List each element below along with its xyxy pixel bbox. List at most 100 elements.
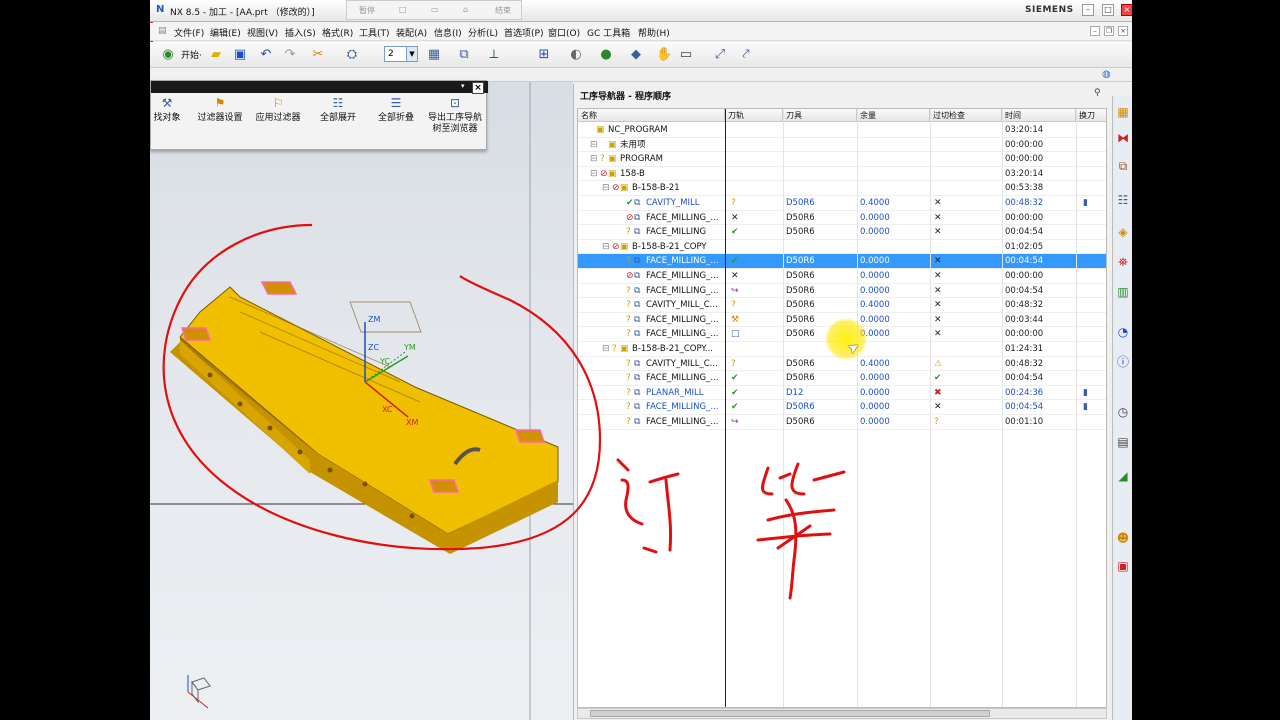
table-row[interactable]: ? ⧉ FACE_MILLING ✔ D50R6 0.0000 ✕ 00:04:54 — [578, 225, 1106, 240]
shaded-icon[interactable]: ● — [598, 47, 614, 63]
model-view[interactable]: ZM ZC YM YC XC XM — [150, 82, 573, 720]
select-filter-icon[interactable]: ⛭ — [344, 47, 360, 63]
table-row[interactable]: ? ⧉ CAVITY_MILL_C...? D50R6 0.4000 ✕ 00:48:32 — [578, 298, 1106, 313]
layer-settings-icon[interactable]: ▦ — [426, 47, 442, 63]
table-row[interactable]: ⊘ ⧉ FACE_MILLING_... ✕ D50R6 0.0000 ✕ 00:00:00 — [578, 211, 1106, 226]
menu-window[interactable]: 窗口(O) — [548, 26, 580, 39]
table-row[interactable]: ? ⧉ PLANAR_MILL ✔ D12 0.0000 ✖ 00:24:36 ▮ — [578, 386, 1106, 401]
fit-view-icon[interactable]: ⊞ — [536, 47, 552, 63]
column-header-tool-change[interactable]: 换刀 — [1076, 109, 1106, 122]
operation-navigator-icon[interactable]: ☷ — [1115, 192, 1131, 208]
filter-settings-button[interactable]: ⚑ 过滤器设置 — [195, 96, 245, 124]
machine-navigator-icon[interactable]: ⛯ — [1115, 254, 1131, 270]
recorder-stop-icon[interactable]: □ — [399, 5, 407, 14]
background-icon[interactable]: ▭ — [678, 47, 694, 63]
mdi-minimize-button[interactable]: – — [1090, 26, 1100, 36]
table-row[interactable]: ⊟ ⊘ ▣ B-158-B-21_COPY 01:02:05 — [578, 240, 1106, 255]
tree-expander-icon[interactable]: ⊟ — [602, 240, 610, 254]
table-row[interactable]: ✔ ⧉ CAVITY_MILL? D50R6 0.4000 ✕ 00:48:32 ▮ — [578, 196, 1106, 211]
tree-expander-icon[interactable]: ⊟ — [602, 342, 610, 356]
history-icon[interactable]: ◷ — [1115, 404, 1131, 420]
recorder-window-icon[interactable]: ▭ — [431, 5, 439, 14]
globe-icon[interactable]: ◍ — [1102, 69, 1111, 80]
recorder-home-icon[interactable]: ⌂ — [463, 5, 468, 14]
table-row[interactable]: ? ⧉ FACE_MILLING_... ↪ D50R6 0.0000 ✕ 00:04:54 — [578, 284, 1106, 299]
column-header-stock[interactable]: 余量 — [857, 109, 930, 122]
table-row[interactable]: ? ⧉ FACE_MILLING_... ✔ D50R6 0.0000 ✕ 00:04:54 ▮ — [578, 400, 1106, 415]
table-row[interactable]: ⊟ ▣ 未用项 00:00:00 — [578, 138, 1106, 153]
table-row[interactable]: ⊟? ▣ PROGRAM 00:00:00 — [578, 152, 1106, 167]
tree-expander-icon[interactable]: ⊟ — [602, 181, 610, 195]
orient-view-icon[interactable]: ◆ — [628, 47, 644, 63]
menu-view[interactable]: 视图(V) — [247, 26, 278, 39]
menu-format[interactable]: 格式(R) — [322, 26, 353, 39]
table-row[interactable]: ? ⧉ FACE_MILLING_... ✔ D50R6 0.0000 ✕ 00:04:54 — [578, 254, 1106, 269]
column-header-time[interactable]: 时间 — [1002, 109, 1076, 122]
work-layer-select[interactable]: 2 ▼ — [384, 46, 418, 62]
mold-part-model[interactable] — [170, 281, 559, 554]
web-browser-icon[interactable]: ◔ — [1115, 324, 1131, 340]
column-header-tool[interactable]: 刀具 — [783, 109, 857, 122]
toolbar-options-icon[interactable]: ▾ — [461, 82, 465, 90]
table-row[interactable]: ⊘ ⧉ FACE_MILLING_... ✕ D50R6 0.0000 ✕ 00:00:00 — [578, 269, 1106, 284]
pin-icon[interactable]: ⚲ — [1094, 88, 1101, 98]
process-studio-icon[interactable]: ▥ — [1115, 284, 1131, 300]
apply-filter-button[interactable]: ⚐ 应用过滤器 — [253, 96, 303, 124]
info-icon[interactable]: ⓘ — [1115, 354, 1131, 370]
undo-icon[interactable]: ↶ — [258, 47, 274, 63]
cut-paste-icon[interactable]: ✂ — [310, 47, 326, 63]
navigator-toolbar-close-button[interactable]: × — [472, 82, 484, 94]
start-icon[interactable]: ◉ — [160, 47, 176, 63]
maximize-button[interactable]: □ — [1102, 4, 1114, 16]
menu-insert[interactable]: 插入(S) — [285, 26, 316, 39]
recorder-end-button[interactable]: 结束 — [495, 5, 511, 16]
tree-expander-icon[interactable]: ⊟ — [590, 167, 598, 181]
table-row[interactable]: ? ⧉ FACE_MILLING_... ↪ D50R6 0.0000? 00:01:10 — [578, 415, 1106, 430]
find-object-button[interactable]: ⚒ 找对象 — [151, 96, 183, 124]
recorder-pause-button[interactable]: 暂停 — [359, 5, 375, 16]
wcs-icon[interactable]: ⤢ — [712, 47, 728, 63]
reuse-library-icon[interactable]: ◈ — [1115, 224, 1131, 240]
close-button[interactable]: × — [1121, 4, 1132, 16]
navigator-table[interactable]: 名称 刀轨 刀具 余量 过切检查 时间 换刀 ▣ NC_PROGRAM 03:20:… — [577, 108, 1107, 708]
collapse-all-button[interactable]: ☰ 全部折叠 — [373, 96, 419, 124]
menu-preferences[interactable]: 首选项(P) — [504, 26, 543, 39]
measure-icon[interactable]: ⟂ — [486, 47, 502, 63]
graphics-viewport[interactable]: ZM ZC YM YC XC XM — [150, 82, 573, 720]
expand-all-button[interactable]: ☷ 全部展开 — [315, 96, 361, 124]
menu-analysis[interactable]: 分析(L) — [468, 26, 498, 39]
table-row[interactable]: ? ⧉ FACE_MILLING_... ✔ D50R6 0.0000 ✔ 00:04:54 — [578, 371, 1106, 386]
save-icon[interactable]: ▣ — [232, 47, 248, 63]
assembly-navigator-icon[interactable]: ▦ — [1115, 104, 1131, 120]
horizontal-scrollbar[interactable] — [577, 708, 1107, 719]
menu-tools[interactable]: 工具(T) — [359, 26, 390, 39]
table-row[interactable]: ⊟ ⊘ ▣ B-158-B-21 00:53:38 — [578, 181, 1106, 196]
part-navigator-icon[interactable]: ⧉ — [1115, 158, 1131, 174]
chevron-down-icon[interactable]: ▼ — [406, 47, 417, 61]
visualization-icon[interactable]: ◢ — [1115, 468, 1131, 484]
menu-file[interactable]: 文件(F) — [174, 26, 204, 39]
column-header-name[interactable]: 名称 — [578, 109, 725, 122]
menu-gc-toolbox[interactable]: GC 工具箱 — [587, 26, 630, 39]
menu-help[interactable]: 帮助(H) — [638, 26, 670, 39]
system-scenes-icon[interactable]: ▣ — [1115, 558, 1131, 574]
constraint-navigator-icon[interactable]: ⧓ — [1115, 130, 1131, 146]
table-row[interactable]: ▣ NC_PROGRAM 03:20:14 — [578, 123, 1106, 138]
menu-assembly[interactable]: 装配(A) — [396, 26, 427, 39]
mdi-close-button[interactable]: × — [1118, 26, 1128, 36]
navigator-toolbar-titlebar[interactable] — [151, 81, 488, 93]
table-row[interactable]: ⊟ ⊘ ▣ 158-B 03:20:14 — [578, 167, 1106, 182]
column-header-gouge-check[interactable]: 过切检查 — [930, 109, 1002, 122]
hand-icon[interactable]: ✋ — [656, 47, 672, 63]
render-style-icon[interactable]: ◐ — [568, 47, 584, 63]
start-menu-button[interactable]: 开始· — [181, 48, 202, 61]
tree-expander-icon[interactable]: ⊟ — [590, 152, 598, 166]
mdi-restore-button[interactable]: ❐ — [1104, 26, 1114, 36]
scrollbar-thumb[interactable] — [590, 710, 990, 717]
open-folder-icon[interactable]: ▰ — [208, 47, 224, 63]
work-layer-icon[interactable]: ⧉ — [456, 47, 472, 63]
roles-icon[interactable]: ☻ — [1115, 530, 1131, 546]
snap-icon[interactable]: ⤤ — [738, 47, 754, 63]
system-materials-icon[interactable]: ▤ — [1115, 434, 1131, 450]
minimize-button[interactable]: – — [1082, 4, 1094, 16]
